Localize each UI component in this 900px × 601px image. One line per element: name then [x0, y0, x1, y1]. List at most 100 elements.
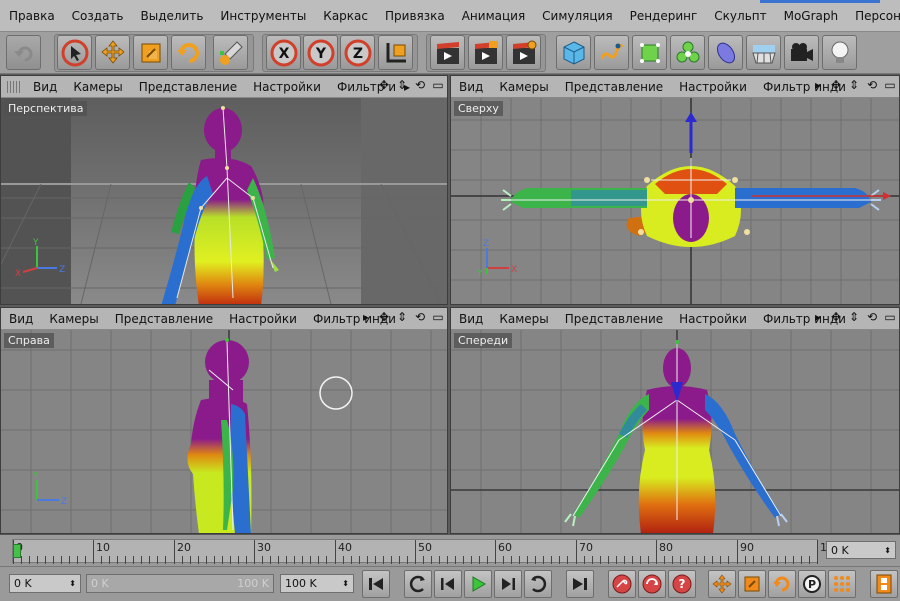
orbit-icon[interactable]: ⟲	[865, 310, 879, 324]
select-tool-button[interactable]	[57, 35, 92, 70]
stepper-icon[interactable]: ⬍	[342, 579, 349, 588]
menu-display[interactable]: Представление	[131, 80, 245, 94]
viewport-canvas[interactable]: Y Z X	[1, 98, 447, 304]
render-settings-button[interactable]	[506, 35, 541, 70]
orbit-icon[interactable]: ⟲	[413, 310, 427, 324]
move-tool-button[interactable]	[95, 35, 130, 70]
pan-icon[interactable]: ✥	[829, 78, 843, 92]
go-to-start-button[interactable]	[362, 570, 390, 598]
menu-item[interactable]: Персонаж	[846, 9, 900, 23]
play-button[interactable]	[464, 570, 492, 598]
menu-display[interactable]: Представление	[557, 312, 671, 326]
prev-frame-button[interactable]	[434, 570, 462, 598]
dolly-icon[interactable]: ⇕	[395, 310, 409, 324]
viewport-top[interactable]: Вид Камеры Представление Настройки Фильт…	[450, 75, 900, 305]
timeline-playhead[interactable]	[13, 544, 21, 558]
menu-overflow-icon[interactable]: ▸	[811, 78, 825, 92]
menu-item[interactable]: Создать	[63, 9, 132, 23]
live-selection-button[interactable]	[213, 35, 248, 70]
viewport-front[interactable]: Вид Камеры Представление Настройки Фильт…	[450, 307, 900, 534]
start-frame-field[interactable]: 0 K ⬍	[9, 574, 81, 593]
drag-handle-icon[interactable]	[7, 80, 21, 93]
pan-icon[interactable]: ✥	[377, 78, 391, 92]
menu-options[interactable]: Настройки	[671, 312, 755, 326]
menu-display[interactable]: Представление	[107, 312, 221, 326]
next-frame-button[interactable]	[494, 570, 522, 598]
menu-view[interactable]: Вид	[451, 80, 491, 94]
viewport-right[interactable]: Вид Камеры Представление Настройки Фильт…	[0, 307, 448, 534]
pan-icon[interactable]: ✥	[377, 310, 391, 324]
maximize-icon[interactable]: ▭	[883, 310, 897, 324]
menu-cameras[interactable]: Камеры	[491, 80, 556, 94]
x-axis-toggle[interactable]: X	[266, 35, 301, 70]
key-position-button[interactable]	[708, 570, 736, 598]
menu-view[interactable]: Вид	[451, 312, 491, 326]
go-to-end-button[interactable]	[566, 570, 594, 598]
prev-key-button[interactable]	[404, 570, 432, 598]
maximize-icon[interactable]: ▭	[431, 310, 445, 324]
key-point-level-button[interactable]	[828, 570, 856, 598]
add-cube-button[interactable]	[556, 35, 591, 70]
add-camera-button[interactable]	[784, 35, 819, 70]
next-key-button[interactable]	[524, 570, 552, 598]
menu-item[interactable]: Выделить	[132, 9, 212, 23]
add-deformer-button[interactable]	[708, 35, 743, 70]
menu-cameras[interactable]: Камеры	[41, 312, 106, 326]
menu-item[interactable]: Инструменты	[211, 9, 314, 23]
menu-view[interactable]: Вид	[25, 80, 65, 94]
scale-tool-button[interactable]	[133, 35, 168, 70]
add-subdivision-button[interactable]	[632, 35, 667, 70]
render-view-button[interactable]	[430, 35, 465, 70]
add-floor-button[interactable]	[746, 35, 781, 70]
orbit-icon[interactable]: ⟲	[865, 78, 879, 92]
viewport-canvas[interactable]: Z X Y	[451, 98, 899, 304]
auto-key-button[interactable]	[638, 570, 666, 598]
menu-overflow-icon[interactable]: ▸	[811, 310, 825, 324]
stepper-icon[interactable]: ⬍	[884, 546, 891, 555]
menu-options[interactable]: Настройки	[221, 312, 305, 326]
maximize-icon[interactable]: ▭	[883, 78, 897, 92]
dolly-icon[interactable]: ⇕	[395, 78, 409, 92]
menu-item[interactable]: Привязка	[376, 9, 453, 23]
record-keys-button[interactable]	[608, 570, 636, 598]
menu-item[interactable]: Симуляция	[533, 9, 620, 23]
coordinate-system-button[interactable]	[378, 35, 413, 70]
render-picture-viewer-button[interactable]	[468, 35, 503, 70]
viewport-canvas[interactable]: Y Z	[1, 330, 447, 533]
menu-item[interactable]: Каркас	[314, 9, 376, 23]
stepper-icon[interactable]: ⬍	[69, 579, 76, 588]
current-frame-field[interactable]: 0 K ⬍	[826, 541, 896, 559]
orbit-icon[interactable]: ⟲	[413, 78, 427, 92]
timeline-ruler[interactable]: 0102030405060708090100	[12, 539, 841, 564]
dolly-icon[interactable]: ⇕	[847, 78, 861, 92]
menu-cameras[interactable]: Камеры	[65, 80, 130, 94]
menu-display[interactable]: Представление	[557, 80, 671, 94]
menu-view[interactable]: Вид	[1, 312, 41, 326]
menu-overflow-icon[interactable]: ▸	[359, 310, 373, 324]
menu-cameras[interactable]: Камеры	[491, 312, 556, 326]
keyframe-selection-button[interactable]: ?	[668, 570, 696, 598]
add-cloner-button[interactable]	[670, 35, 705, 70]
viewport-perspective[interactable]: Вид Камеры Представление Настройки Фильт…	[0, 75, 448, 305]
maximize-icon[interactable]: ▭	[431, 78, 445, 92]
menu-options[interactable]: Настройки	[671, 80, 755, 94]
undo-button[interactable]	[6, 35, 41, 70]
menu-options[interactable]: Настройки	[245, 80, 329, 94]
z-axis-toggle[interactable]: Z	[340, 35, 375, 70]
menu-item[interactable]: Рендеринг	[621, 9, 706, 23]
add-light-button[interactable]	[822, 35, 857, 70]
y-axis-toggle[interactable]: Y	[303, 35, 338, 70]
menu-item[interactable]: Скульпт	[705, 9, 774, 23]
key-rotation-button[interactable]	[768, 570, 796, 598]
add-spline-button[interactable]	[594, 35, 629, 70]
end-frame-field[interactable]: 100 K ⬍	[280, 574, 354, 593]
key-scale-button[interactable]	[738, 570, 766, 598]
menu-item[interactable]: Анимация	[453, 9, 533, 23]
key-parameter-button[interactable]: P	[798, 570, 826, 598]
viewport-canvas[interactable]	[451, 330, 899, 533]
pan-icon[interactable]: ✥	[829, 310, 843, 324]
rotate-tool-button[interactable]	[171, 35, 206, 70]
timeline-window-button[interactable]	[870, 570, 898, 598]
preview-range-slider[interactable]: 0 K 100 K	[86, 574, 274, 593]
dolly-icon[interactable]: ⇕	[847, 310, 861, 324]
